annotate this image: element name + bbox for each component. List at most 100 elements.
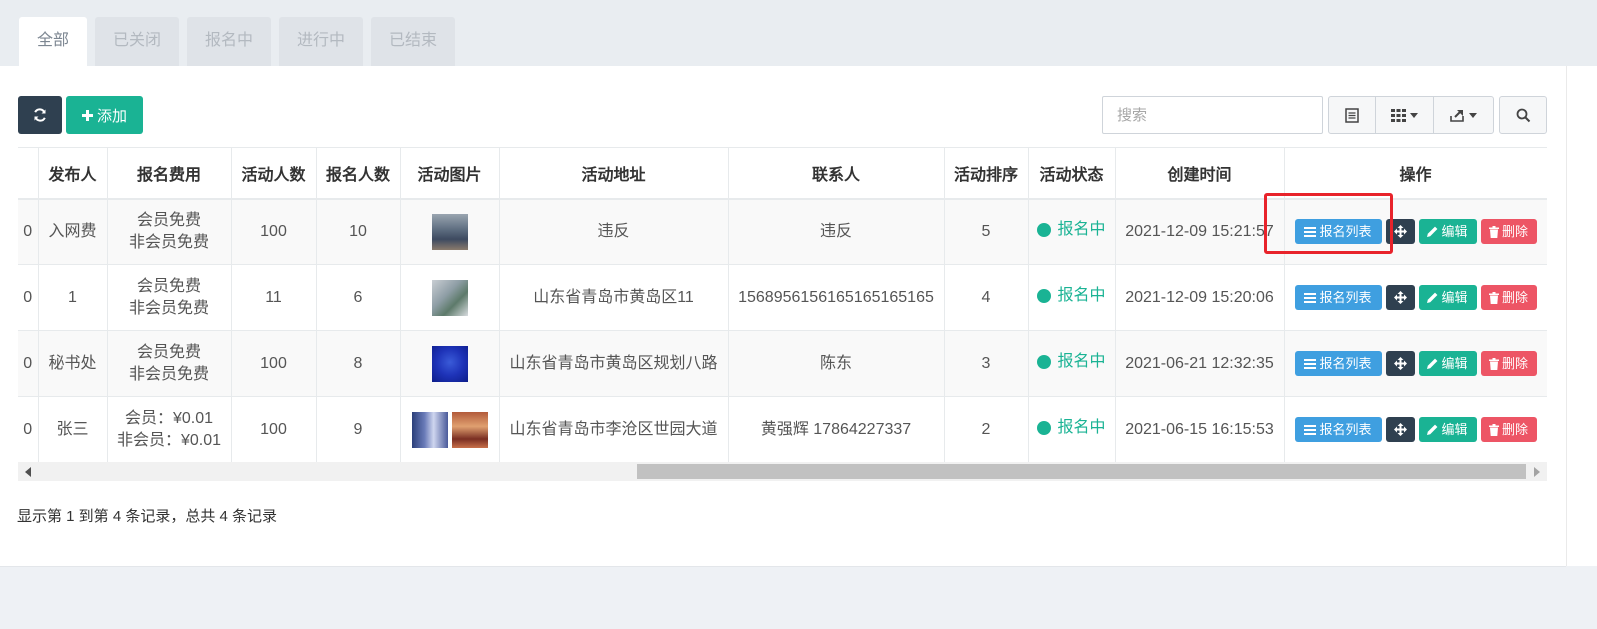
tab-registering[interactable]: 报名中 bbox=[187, 17, 271, 66]
cell-contact: 黄强辉 17864227337 bbox=[728, 396, 945, 462]
move-button[interactable] bbox=[1385, 285, 1415, 310]
status-badge: 报名中 bbox=[1037, 417, 1106, 439]
cell-capacity: 11 bbox=[231, 264, 317, 331]
edit-button[interactable]: 编辑 bbox=[1418, 285, 1477, 310]
signup-list-button[interactable]: 报名列表 bbox=[1294, 417, 1382, 442]
cell-signed: 6 bbox=[316, 264, 401, 331]
search-button[interactable] bbox=[1499, 96, 1547, 134]
move-icon bbox=[1393, 291, 1407, 304]
status-text: 报名中 bbox=[1057, 221, 1106, 239]
scrollbar-thumb[interactable] bbox=[637, 464, 1526, 479]
fee-member: 会员免费 bbox=[136, 211, 201, 229]
edit-button[interactable]: 编辑 bbox=[1418, 219, 1477, 245]
search-input[interactable] bbox=[1102, 96, 1323, 134]
activity-thumbnail[interactable] bbox=[431, 213, 468, 250]
tab-ended[interactable]: 已结束 bbox=[371, 17, 455, 66]
move-button[interactable] bbox=[1385, 351, 1415, 376]
trash-icon bbox=[1488, 423, 1499, 436]
column-header[interactable] bbox=[18, 147, 39, 200]
cell-capacity: 100 bbox=[231, 198, 317, 265]
signup-list-label: 报名列表 bbox=[1319, 355, 1372, 371]
cell-fee: 会员免费 非会员免费 bbox=[107, 198, 232, 265]
cell-status: 报名中 bbox=[1028, 396, 1116, 462]
column-header-sort[interactable]: 活动排序 bbox=[944, 147, 1029, 200]
cell-first: 0 bbox=[18, 264, 39, 331]
toggle-view-button[interactable] bbox=[1328, 96, 1376, 134]
plus-icon bbox=[81, 109, 93, 121]
delete-button[interactable]: 删除 bbox=[1480, 417, 1537, 442]
column-header-actions: 操作 bbox=[1284, 147, 1547, 200]
tab-closed[interactable]: 已关闭 bbox=[95, 17, 179, 66]
refresh-icon bbox=[33, 108, 47, 122]
refresh-button[interactable] bbox=[18, 96, 62, 134]
cell-created: 2021-12-09 15:20:06 bbox=[1115, 264, 1285, 331]
move-icon bbox=[1393, 423, 1407, 436]
status-dot-icon bbox=[1037, 355, 1052, 369]
activity-thumbnail[interactable] bbox=[411, 411, 448, 448]
table-row: 0 秘书处 会员免费 非会员免费 100 8 山东省青岛市黄岛区规划八路 陈东 3… bbox=[18, 330, 1547, 397]
tab-all[interactable]: 全部 bbox=[19, 17, 87, 66]
horizontal-scrollbar[interactable] bbox=[18, 462, 1547, 481]
caret-down-icon bbox=[1410, 112, 1418, 118]
scroll-left-arrow-icon[interactable] bbox=[25, 467, 31, 477]
signup-list-button[interactable]: 报名列表 bbox=[1294, 285, 1382, 310]
pagination-info: 显示第 1 到第 4 条记录，总共 4 条记录 bbox=[17, 508, 278, 525]
trash-icon bbox=[1488, 357, 1499, 370]
signup-list-button[interactable]: 报名列表 bbox=[1294, 351, 1382, 376]
delete-button[interactable]: 删除 bbox=[1480, 285, 1537, 310]
grid-icon bbox=[1391, 108, 1406, 122]
delete-button[interactable]: 删除 bbox=[1480, 219, 1537, 245]
cell-sort: 2 bbox=[944, 396, 1029, 462]
delete-button[interactable]: 删除 bbox=[1480, 351, 1537, 376]
column-header-contact[interactable]: 联系人 bbox=[728, 147, 945, 200]
pencil-icon bbox=[1427, 292, 1438, 303]
caret-down-icon bbox=[1469, 112, 1477, 118]
column-header-capacity[interactable]: 活动人数 bbox=[231, 147, 317, 200]
trash-icon bbox=[1488, 225, 1499, 238]
column-header-signed[interactable]: 报名人数 bbox=[316, 147, 401, 200]
cell-sort: 3 bbox=[944, 330, 1029, 397]
status-text: 报名中 bbox=[1057, 353, 1106, 370]
columns-dropdown-button[interactable] bbox=[1375, 96, 1434, 134]
cell-address: 山东省青岛市黄岛区11 bbox=[499, 264, 729, 331]
export-dropdown-button[interactable] bbox=[1433, 96, 1494, 134]
cell-fee: 会员免费 非会员免费 bbox=[107, 330, 232, 397]
column-header-fee[interactable]: 报名费用 bbox=[107, 147, 232, 200]
activity-thumbnail[interactable] bbox=[431, 279, 468, 316]
tab-bar: 全部 已关闭 报名中 进行中 已结束 bbox=[0, 0, 1597, 66]
cell-first: 0 bbox=[18, 198, 39, 265]
activity-thumbnail[interactable] bbox=[451, 411, 488, 448]
cell-contact: 1568956156165165165165 bbox=[728, 264, 945, 331]
column-header-status[interactable]: 活动状态 bbox=[1028, 147, 1116, 200]
tab-in-progress[interactable]: 进行中 bbox=[279, 17, 363, 66]
column-header-image[interactable]: 活动图片 bbox=[400, 147, 500, 200]
fee-member: 会员免费 bbox=[136, 343, 201, 361]
edit-button[interactable]: 编辑 bbox=[1418, 417, 1477, 442]
cell-capacity: 100 bbox=[231, 396, 317, 462]
activity-thumbnail[interactable] bbox=[431, 345, 468, 382]
add-button[interactable]: 添加 bbox=[66, 96, 143, 134]
table-header-row: 发布人 报名费用 活动人数 报名人数 活动图片 活动地址 联系人 活动排序 活动… bbox=[18, 147, 1547, 200]
table-row: 0 张三 会员：¥0.01 非会员：¥0.01 100 9 山东省青岛市李沧区世园… bbox=[18, 396, 1547, 462]
edit-button[interactable]: 编辑 bbox=[1418, 351, 1477, 376]
trash-icon bbox=[1488, 291, 1499, 304]
move-icon bbox=[1393, 225, 1407, 239]
cell-first: 0 bbox=[18, 330, 39, 397]
edit-label: 编辑 bbox=[1441, 289, 1468, 305]
status-text: 报名中 bbox=[1057, 287, 1106, 304]
cell-created: 2021-06-15 16:15:53 bbox=[1115, 396, 1285, 462]
column-header-created[interactable]: 创建时间 bbox=[1115, 147, 1285, 200]
vertical-scrollbar[interactable] bbox=[1566, 66, 1597, 566]
cell-contact: 违反 bbox=[728, 198, 945, 265]
cell-signed: 8 bbox=[316, 330, 401, 397]
cell-contact: 陈东 bbox=[728, 330, 945, 397]
cell-signed: 9 bbox=[316, 396, 401, 462]
fee-member: 会员免费 bbox=[136, 277, 201, 295]
move-button[interactable] bbox=[1385, 417, 1415, 442]
scroll-right-arrow-icon[interactable] bbox=[1534, 467, 1540, 477]
cell-actions: 报名列表 编辑 删除 bbox=[1284, 396, 1547, 462]
cell-image bbox=[400, 264, 500, 331]
column-header-publisher[interactable]: 发布人 bbox=[38, 147, 108, 200]
column-header-address[interactable]: 活动地址 bbox=[499, 147, 729, 200]
cell-address: 山东省青岛市李沧区世园大道 bbox=[499, 396, 729, 462]
